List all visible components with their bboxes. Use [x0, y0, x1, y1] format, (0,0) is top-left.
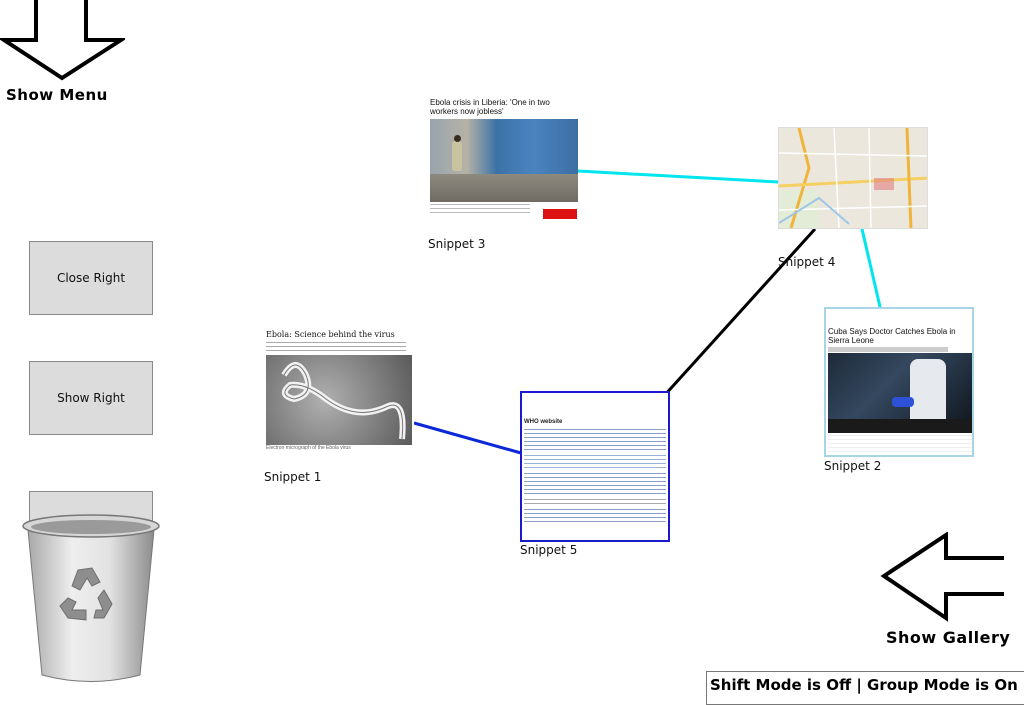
recycle-bin-icon: [22, 514, 160, 682]
snippet-4-map: [779, 128, 927, 228]
snippet-2-title: Cuba Says Doctor Catches Ebola in Sierra…: [828, 327, 956, 345]
snippet-4-label: Snippet 4: [778, 255, 836, 269]
recycle-bin[interactable]: [20, 510, 162, 690]
snippet-4-card[interactable]: [778, 127, 928, 229]
snippet-1-label: Snippet 1: [264, 470, 322, 484]
snippet-1-caption: Electron micrograph of the Ebola virus: [266, 445, 351, 451]
close-right-button[interactable]: Close Right: [29, 241, 153, 315]
snippet-2-label: Snippet 2: [824, 459, 882, 473]
snippet-3-label: Snippet 3: [428, 237, 486, 251]
snippet-1-photo: [266, 355, 412, 445]
snippet-2-photo: [828, 353, 972, 433]
snippet-3-red-badge: [543, 209, 577, 219]
snippet-3-photo: [430, 119, 578, 202]
left-arrow-icon: [880, 532, 1004, 622]
snippet-1-title: Ebola: Science behind the virus: [266, 330, 395, 339]
show-gallery-control[interactable]: Show Gallery: [878, 532, 1024, 652]
snippet-3-title: Ebola crisis in Liberia: 'One in two wor…: [430, 98, 550, 116]
snippet-5-label: Snippet 5: [520, 543, 578, 557]
show-gallery-label: Show Gallery: [886, 628, 1011, 647]
show-menu-control[interactable]: Show Menu: [0, 0, 135, 110]
link-snippet3-snippet4: [577, 169, 779, 184]
snippet-5-card[interactable]: WHO website: [520, 391, 670, 542]
snippet-3-card[interactable]: Ebola crisis in Liberia: 'One in two wor…: [430, 98, 578, 222]
snippet-2-card[interactable]: Cuba Says Doctor Catches Ebola in Sierra…: [824, 307, 974, 457]
link-snippet1-snippet5: [413, 421, 522, 455]
mode-status-bar: Shift Mode is Off | Group Mode is On: [706, 671, 1024, 705]
snippet-5-heading: WHO website: [524, 419, 563, 425]
show-right-button[interactable]: Show Right: [29, 361, 153, 435]
down-arrow-icon: [0, 0, 125, 81]
snippet-1-card[interactable]: Ebola: Science behind the virus Electron…: [266, 330, 414, 452]
show-menu-label: Show Menu: [6, 86, 108, 104]
